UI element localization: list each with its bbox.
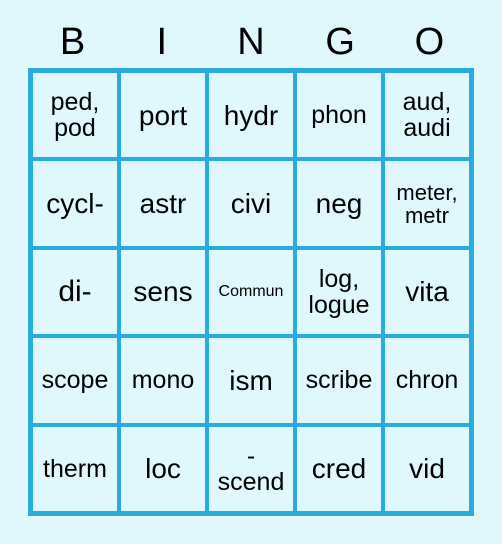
bingo-cell-label: loc [145,453,181,485]
header-letter-text: I [156,21,168,63]
bingo-cell[interactable]: vid [385,426,469,511]
bingo-card: B I N G O ped, pod port hydr phon aud, a… [0,0,502,544]
bingo-cell[interactable]: vita [385,249,469,335]
bingo-cell[interactable]: loc [121,426,205,511]
bingo-cell[interactable]: log, logue [297,249,381,335]
bingo-cell[interactable]: chron [385,338,469,423]
bingo-cell[interactable]: cred [297,426,381,511]
bingo-cell[interactable]: astr [121,161,205,246]
bingo-cell[interactable]: ped, pod [33,73,117,158]
bingo-cell-label: astr [139,187,187,219]
bingo-header-row: B I N G O [28,18,474,66]
bingo-cell-label: scope [41,366,109,395]
bingo-cell-label: phon [311,101,367,130]
bingo-cell[interactable]: mono [121,338,205,423]
bingo-cell[interactable]: ism [209,338,293,423]
bingo-cell-label: therm [43,454,107,483]
bingo-cell[interactable]: port [121,73,205,158]
header-letter-text: B [59,21,86,63]
bingo-cell[interactable]: scribe [297,338,381,423]
bingo-cell-label: vid [409,453,445,485]
bingo-cell-label: sens [133,276,193,308]
bingo-cell-label: cycl- [46,187,104,219]
bingo-cell[interactable]: meter, metr [385,161,469,246]
bingo-cell-label: meter, metr [396,179,458,228]
bingo-cell-label: port [138,99,188,131]
header-letter-text: O [414,21,445,63]
bingo-cell-label: hydr [223,99,279,131]
bingo-cell-label: cred [311,453,367,485]
bingo-header-letter-o: O [385,18,474,66]
bingo-cell-label: ped, pod [50,87,100,143]
bingo-cell[interactable]: - scend [209,426,293,511]
bingo-header-letter-n: N [206,18,295,66]
bingo-cell[interactable]: sens [121,249,205,335]
bingo-cell[interactable]: scope [33,338,117,423]
bingo-header-letter-b: B [28,18,117,66]
bingo-cell[interactable]: di- [33,249,117,335]
bingo-cell-label: scribe [305,366,373,395]
bingo-cell-label: di- [58,275,92,309]
bingo-cell[interactable]: civi [209,161,293,246]
bingo-cell[interactable]: hydr [209,73,293,158]
bingo-cell-label: - scend [217,441,285,496]
bingo-cell[interactable]: therm [33,426,117,511]
bingo-header-letter-i: I [117,18,206,66]
bingo-grid: ped, pod port hydr phon aud, audi cycl- … [28,68,474,516]
header-letter-text: G [325,21,355,63]
bingo-cell[interactable]: neg [297,161,381,246]
bingo-cell-label: chron [395,366,459,395]
bingo-cell-label: vita [405,276,449,308]
bingo-header-letter-g: G [296,18,385,66]
bingo-cell-label: ism [229,364,273,396]
bingo-cell-label: Commun [218,282,284,300]
bingo-cell-label: civi [230,187,272,219]
bingo-cell-label: neg [315,187,363,219]
bingo-cell-label: aud, audi [402,87,452,143]
bingo-cell[interactable]: cycl- [33,161,117,246]
bingo-cell[interactable]: phon [297,73,381,158]
bingo-cell-free-space[interactable]: Commun [209,249,293,335]
bingo-cell-label: mono [131,366,195,395]
header-letter-text: N [237,21,265,63]
bingo-cell[interactable]: aud, audi [385,73,469,158]
bingo-cell-label: log, logue [308,264,370,319]
